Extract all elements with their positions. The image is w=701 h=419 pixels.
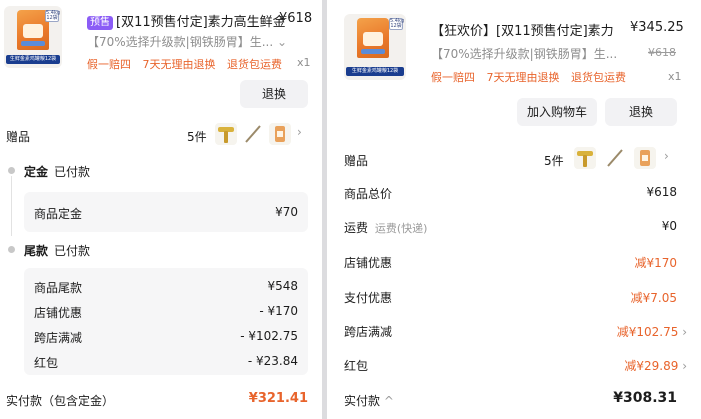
balance-title: 尾款	[24, 244, 49, 258]
chevron-right-icon: ›	[297, 125, 302, 139]
summary-row-label: 运费 运费(快递)	[344, 219, 427, 236]
thumbnail-tag: 5.4kg 12袋	[45, 10, 61, 22]
summary-row-label: 店铺优惠	[344, 256, 393, 270]
balance-row-label: 红包	[34, 356, 59, 370]
return-exchange-button[interactable]: 退换	[605, 98, 677, 126]
thumbnail-caption: 生鲜金素鸡罐粮12袋	[6, 55, 60, 64]
thumbnail-caption: 生鲜金素鸡罐粮12袋	[346, 67, 404, 76]
shipping-label: 运费	[344, 221, 369, 235]
summary-row-label: 支付优惠	[344, 291, 393, 305]
product-quantity: x1	[668, 70, 682, 83]
balance-stage-header: 尾款 已付款	[24, 242, 90, 259]
chevron-right-icon: ›	[664, 149, 669, 163]
service-tag: 退货包运费	[571, 71, 626, 84]
right-order-panel: 5.4kg 12袋 生鲜金素鸡罐粮12袋 【狂欢价】[双11预售付定]素力 ¥3…	[327, 0, 701, 419]
summary-row-label: 红包	[344, 359, 369, 373]
summary-row-value-text: 减¥102.75	[616, 325, 679, 339]
summary-row-value: 减¥7.05	[630, 291, 677, 305]
summary-row-value: ¥618	[646, 185, 677, 199]
balance-card: 商品尾款 ¥548 店铺优惠 - ¥170 跨店满减 - ¥102.75 红包 …	[24, 268, 308, 375]
summary-row-value[interactable]: 减¥102.75 ›	[617, 323, 687, 340]
summary-row-value-text: 减¥29.89	[624, 359, 679, 373]
gift-items[interactable]: ›	[215, 123, 305, 145]
gift-count: 5件	[544, 154, 564, 168]
gift-stick-icon	[242, 123, 264, 145]
service-tags: 假一赔四 7天无理由退换 退货包运费	[431, 69, 634, 85]
chevron-down-icon: ⌄	[277, 35, 288, 49]
product-spec[interactable]: 【70%选择升级款|钢铁肠胃】生...	[431, 45, 617, 62]
service-tag: 假一赔四	[431, 71, 475, 84]
product-thumbnail[interactable]: 5.4kg 12袋 生鲜金素鸡罐粮12袋	[4, 6, 62, 68]
gift-bowl-icon	[574, 147, 596, 169]
product-title-text: [双11预售付定]素力高生鲜金	[116, 15, 286, 30]
add-to-cart-button[interactable]: 加入购物车	[517, 98, 597, 126]
product-price: ¥618	[279, 11, 313, 26]
left-order-panel: 5.4kg 12袋 生鲜金素鸡罐粮12袋 预售 [双11预售付定]素力高生鲜金 ¥…	[0, 0, 322, 419]
return-exchange-button[interactable]: 退换	[240, 80, 308, 108]
balance-row-value: - ¥170	[259, 304, 298, 318]
product-title[interactable]: 【狂欢价】[双11预售付定]素力	[431, 20, 614, 39]
gift-can-icon	[269, 123, 291, 145]
gift-items[interactable]: ›	[574, 147, 674, 169]
chevron-up-icon: ^	[383, 394, 394, 408]
product-spec-text: 【70%选择升级款|钢铁肠胃】生...	[87, 35, 274, 49]
balance-row-label: 跨店满减	[34, 331, 83, 345]
total-label: 实付款（包含定金）	[6, 394, 115, 408]
product-title[interactable]: 预售 [双11预售付定]素力高生鲜金	[87, 11, 286, 30]
summary-row-value: ¥0	[661, 219, 677, 233]
summary-row-value[interactable]: 减¥29.89 ›	[624, 357, 687, 374]
deposit-row-label: 商品定金	[34, 207, 83, 221]
total-value: ¥308.31	[613, 390, 677, 406]
thumbnail-tag: 5.4kg 12袋	[389, 18, 405, 30]
gift-stick-icon	[604, 147, 626, 169]
service-tags: 假一赔四 7天无理由退换 退货包运费	[87, 56, 290, 72]
balance-row-value: - ¥23.84	[247, 354, 298, 368]
chevron-right-icon: ›	[682, 325, 687, 339]
chevron-right-icon: ›	[682, 359, 687, 373]
deposit-title: 定金	[24, 165, 49, 179]
balance-row-label: 商品尾款	[34, 281, 83, 295]
product-quantity: x1	[297, 56, 311, 69]
shipping-note: 运费(快递)	[374, 222, 428, 235]
stage-dot	[8, 246, 15, 253]
deposit-status: 已付款	[54, 165, 91, 179]
service-tag: 假一赔四	[87, 58, 131, 71]
gift-label: 赠品	[344, 154, 369, 168]
summary-row-value: 减¥170	[634, 256, 677, 270]
balance-row-label: 店铺优惠	[34, 306, 83, 320]
gift-can-icon	[634, 147, 656, 169]
product-spec[interactable]: 【70%选择升级款|钢铁肠胃】生... ⌄	[87, 33, 287, 50]
timeline-line	[11, 176, 12, 236]
gift-count: 5件	[187, 130, 207, 144]
deposit-card: 商品定金 ¥70	[24, 192, 308, 232]
summary-row-label: 商品总价	[344, 187, 393, 201]
presale-badge: 预售	[87, 16, 113, 30]
balance-row-value: ¥548	[267, 279, 298, 293]
service-tag: 7天无理由退换	[486, 71, 560, 84]
service-tag: 退货包运费	[227, 58, 282, 71]
service-tag: 7天无理由退换	[142, 58, 216, 71]
gift-bowl-icon	[215, 123, 237, 145]
total-label-text: 实付款	[344, 394, 381, 408]
original-price: ¥618	[648, 46, 676, 59]
summary-row-label: 跨店满减	[344, 325, 393, 339]
product-thumbnail[interactable]: 5.4kg 12袋 生鲜金素鸡罐粮12袋	[344, 14, 406, 80]
gift-label: 赠品	[6, 130, 31, 144]
product-price: ¥345.25	[630, 20, 684, 35]
balance-status: 已付款	[54, 244, 91, 258]
deposit-stage-header: 定金 已付款	[24, 163, 90, 180]
product-spec-text: 【70%选择升级款|钢铁肠胃】生...	[431, 47, 618, 61]
deposit-row-value: ¥70	[275, 205, 298, 219]
stage-dot	[8, 167, 15, 174]
balance-row-value: - ¥102.75	[240, 329, 298, 343]
total-value: ¥321.41	[248, 391, 308, 406]
product-bag-image	[357, 18, 389, 58]
total-label[interactable]: 实付款 ^	[344, 392, 394, 409]
